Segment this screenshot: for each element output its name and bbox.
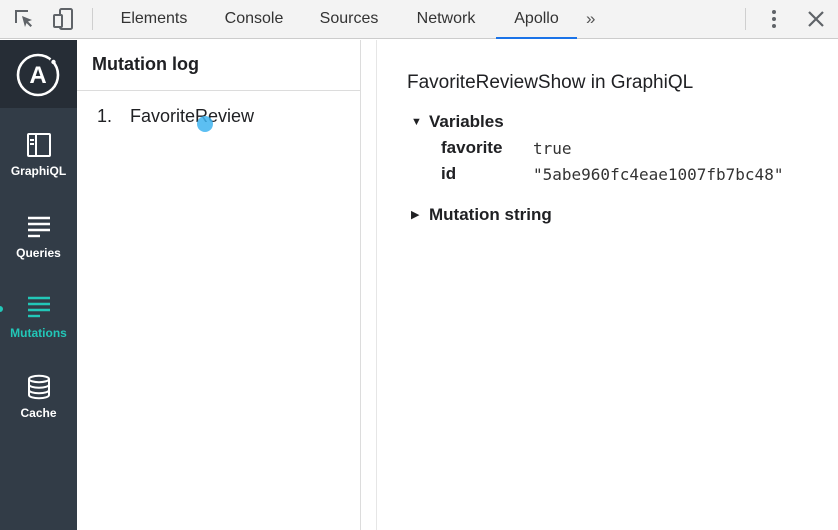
sidebar-item-label: Cache	[20, 406, 57, 420]
apollo-logo-area: A	[0, 40, 77, 108]
detail-title-link[interactable]: FavoriteReviewShow in GraphiQL	[407, 72, 693, 94]
device-toolbar-icon[interactable]	[52, 7, 76, 31]
active-indicator	[0, 306, 3, 312]
sidebar-item-label: Queries	[16, 246, 61, 260]
toolbar-separator	[745, 8, 746, 30]
mutation-string-label: Mutation string	[429, 205, 552, 224]
mutation-log-item-number: 1.	[97, 106, 113, 126]
mutation-string-toggle[interactable]: ▶ Mutation string	[411, 205, 552, 225]
sidebar-item-graphiql[interactable]: GraphiQL	[0, 132, 77, 212]
mutations-icon	[28, 296, 50, 318]
sidebar-item-label: Mutations	[10, 326, 67, 340]
variable-value: "5abe960fc4eae1007fb7bc48"	[533, 165, 784, 184]
inspect-element-icon[interactable]	[12, 7, 36, 31]
close-icon[interactable]	[805, 8, 827, 30]
queries-icon	[28, 216, 50, 238]
variables-toggle[interactable]: ▼ Variables	[411, 112, 504, 132]
variables-label: Variables	[429, 112, 504, 131]
more-menu-icon[interactable]	[764, 8, 784, 30]
mutation-detail-panel: FavoriteReviewShow in GraphiQL ▼ Variable…	[377, 40, 838, 530]
mutation-log-item-name: FavoriteReview	[130, 106, 255, 126]
sidebar-item-mutations[interactable]: Mutations	[0, 294, 77, 374]
toolbar-separator	[92, 8, 93, 30]
cache-icon	[28, 374, 50, 400]
graphiql-icon	[27, 133, 51, 157]
mutation-log-item[interactable]: 1. FavoriteReview	[97, 106, 254, 127]
more-tabs-button[interactable]: »	[586, 0, 595, 39]
tab-sources[interactable]: Sources	[306, 0, 392, 39]
panel-divider[interactable]	[362, 40, 377, 530]
apollo-sidebar: A GraphiQL Queries Mutations Cache	[0, 40, 77, 530]
app-root: Elements Console Sources Network Apollo …	[0, 0, 838, 530]
mutation-log-panel: Mutation log 1. FavoriteReview	[77, 40, 361, 530]
triangle-down-icon: ▼	[411, 116, 422, 128]
variable-value: true	[533, 139, 572, 158]
apollo-logo-letter: A	[29, 62, 46, 89]
sidebar-item-cache[interactable]: Cache	[0, 374, 77, 454]
sidebar-item-queries[interactable]: Queries	[0, 214, 77, 294]
apollo-logo-icon[interactable]: A	[15, 52, 61, 98]
tab-network[interactable]: Network	[402, 0, 490, 39]
triangle-right-icon: ▶	[411, 209, 420, 221]
devtools-toolbar: Elements Console Sources Network Apollo …	[0, 0, 838, 39]
tab-apollo[interactable]: Apollo	[496, 0, 577, 39]
mutation-log-title: Mutation log	[92, 54, 199, 74]
active-tab-indicator	[496, 37, 577, 39]
mouse-cursor-indicator	[197, 116, 213, 132]
sidebar-item-label: GraphiQL	[10, 164, 67, 178]
mutation-log-header: Mutation log	[77, 40, 361, 91]
tab-elements[interactable]: Elements	[106, 0, 202, 39]
variable-key: favorite	[441, 138, 503, 157]
tab-console[interactable]: Console	[210, 0, 298, 39]
variable-key: id	[441, 164, 457, 183]
